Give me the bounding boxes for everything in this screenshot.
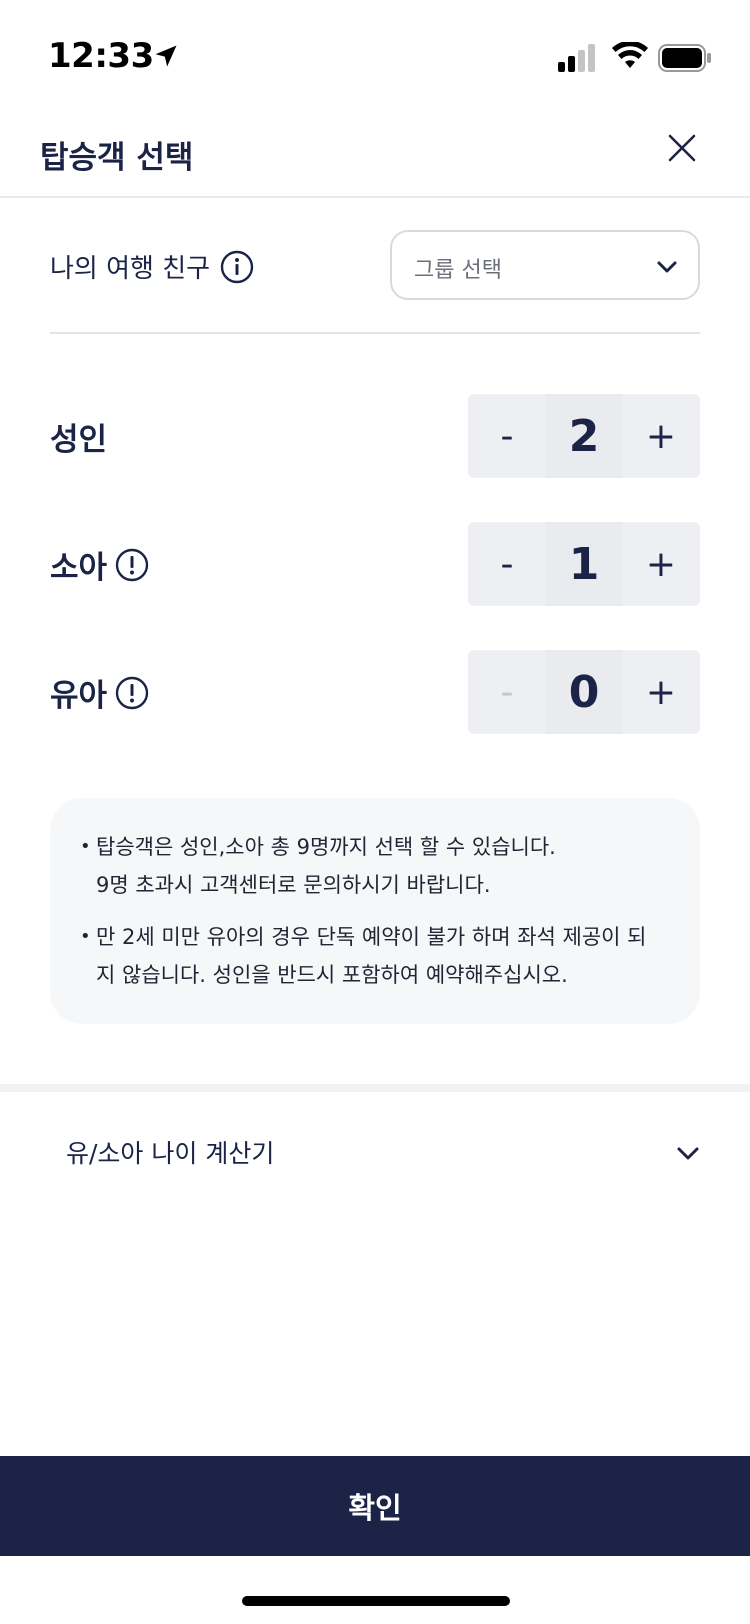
child-count: 1: [546, 522, 622, 606]
notice-item: 탑승객은 성인,소아 총 9명까지 선택 할 수 있습니다. 9명 초과시 고객…: [80, 828, 670, 904]
infant-count: 0: [546, 650, 622, 734]
passenger-label-infant: 유아: [50, 678, 108, 714]
section-divider: [0, 1084, 750, 1092]
chevron-down-icon: [657, 261, 677, 273]
status-bar: 12:33: [0, 0, 750, 110]
child-stepper: - 1 +: [468, 522, 700, 606]
group-select-label: 그룹 선택: [414, 258, 502, 283]
child-decrement-button[interactable]: -: [468, 522, 546, 606]
passenger-label-adult: 성인: [50, 422, 108, 458]
passenger-row-child: 소아 - 1 +: [50, 522, 700, 606]
age-calculator-toggle[interactable]: 유/소아 나이 계산기: [0, 1092, 750, 1212]
confirm-label: 확인: [348, 1491, 402, 1525]
infant-increment-button[interactable]: +: [622, 650, 700, 734]
alert-circle-icon[interactable]: [115, 548, 149, 582]
infant-decrement-button[interactable]: -: [468, 650, 546, 734]
infant-stepper: - 0 +: [468, 650, 700, 734]
notice-box: 탑승객은 성인,소아 총 9명까지 선택 할 수 있습니다. 9명 초과시 고객…: [50, 798, 700, 1024]
passenger-row-adult: 성인 - 2 +: [50, 394, 700, 478]
group-select-dropdown[interactable]: 그룹 선택: [390, 230, 700, 300]
age-calculator-label: 유/소아 나이 계산기: [66, 1139, 275, 1168]
close-icon[interactable]: [664, 130, 700, 166]
status-time: 12:33: [48, 36, 154, 76]
adult-decrement-button[interactable]: -: [468, 394, 546, 478]
child-increment-button[interactable]: +: [622, 522, 700, 606]
passenger-label-group: 소아: [50, 542, 149, 587]
adult-stepper: - 2 +: [468, 394, 700, 478]
home-indicator: [242, 1596, 510, 1606]
location-arrow-icon: [155, 45, 177, 67]
travel-friend-label: 나의 여행 친구: [50, 254, 211, 284]
passenger-label-group: 유아: [50, 670, 149, 715]
alert-circle-icon[interactable]: [115, 676, 149, 710]
wifi-icon: [612, 42, 648, 68]
modal-header: 탑승객 선택: [0, 110, 750, 198]
adult-increment-button[interactable]: +: [622, 394, 700, 478]
passenger-row-infant: 유아 - 0 +: [50, 650, 700, 734]
travel-friend-row: 나의 여행 친구 그룹 선택: [50, 198, 700, 334]
battery-icon: [658, 44, 711, 72]
info-icon[interactable]: [220, 250, 254, 284]
notice-item: 만 2세 미만 유아의 경우 단독 예약이 불가 하며 좌석 제공이 되 지 않…: [80, 918, 670, 994]
cellular-signal-icon: [558, 44, 595, 72]
travel-friend-label-group: 나의 여행 친구: [50, 248, 254, 285]
passenger-label-child: 소아: [50, 550, 108, 586]
adult-count: 2: [546, 394, 622, 478]
passenger-label-group: 성인: [50, 414, 107, 459]
confirm-button[interactable]: 확인: [0, 1456, 750, 1556]
page-title: 탑승객 선택: [40, 140, 194, 176]
chevron-down-icon: [677, 1147, 699, 1160]
